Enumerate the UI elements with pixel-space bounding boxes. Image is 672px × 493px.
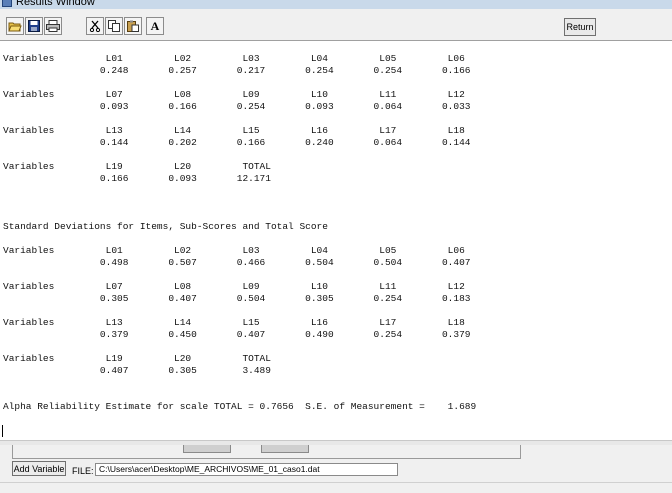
text-caret: [2, 425, 3, 437]
sd-heading: Standard Deviations for Items, Sub-Score…: [3, 221, 328, 232]
means-block-4: Variables L19 L20 TOTAL 0.166 0.093 12.1…: [3, 161, 271, 184]
sd-block-1: Variables L01 L02 L03 L04 L05 L06 0.498 …: [3, 245, 471, 268]
toolbar: A Return: [0, 9, 672, 41]
cut-button[interactable]: [86, 17, 104, 35]
results-text-area[interactable]: Variables L01 L02 L03 L04 L05 L06 0.248 …: [0, 41, 672, 440]
window-title: Results Window: [16, 0, 95, 8]
paste-button[interactable]: [124, 17, 142, 35]
print-icon: [46, 20, 60, 32]
divider: [0, 482, 672, 483]
add-variable-button[interactable]: Add Variable: [12, 461, 66, 476]
sd-block-2: Variables L07 L08 L09 L10 L11 L12 0.305 …: [3, 281, 471, 304]
app-icon: [2, 0, 12, 7]
means-block-3: Variables L13 L14 L15 L16 L17 L18 0.144 …: [3, 125, 471, 148]
copy-button[interactable]: [105, 17, 123, 35]
title-bar: Results Window: [0, 0, 672, 9]
cut-icon: [89, 20, 101, 32]
print-button[interactable]: [44, 17, 62, 35]
background-window-frame: [12, 445, 521, 459]
frame-tab-left[interactable]: [183, 445, 231, 453]
means-block-1: Variables L01 L02 L03 L04 L05 L06 0.248 …: [3, 53, 471, 76]
font-icon: A: [150, 18, 160, 33]
open-button[interactable]: [6, 17, 24, 35]
open-folder-icon: [8, 20, 22, 32]
font-button[interactable]: A: [146, 17, 164, 35]
file-path-field[interactable]: C:\Users\acer\Desktop\ME_ARCHIVOS\ME_01_…: [95, 463, 398, 476]
frame-tab-right[interactable]: [261, 445, 309, 453]
sd-block-3: Variables L13 L14 L15 L16 L17 L18 0.379 …: [3, 317, 471, 340]
copy-icon: [108, 20, 120, 32]
means-block-2: Variables L07 L08 L09 L10 L11 L12 0.093 …: [3, 89, 471, 112]
bottom-panel: Add Variable FILE: C:\Users\acer\Desktop…: [0, 445, 672, 493]
save-icon: [28, 20, 40, 32]
paste-icon: [127, 20, 139, 32]
return-button[interactable]: Return: [564, 18, 596, 36]
sd-block-4: Variables L19 L20 TOTAL 0.407 0.305 3.48…: [3, 353, 271, 376]
alpha-reliability-line: Alpha Reliability Estimate for scale TOT…: [3, 401, 477, 412]
file-label: FILE:: [72, 466, 94, 476]
save-button[interactable]: [25, 17, 43, 35]
